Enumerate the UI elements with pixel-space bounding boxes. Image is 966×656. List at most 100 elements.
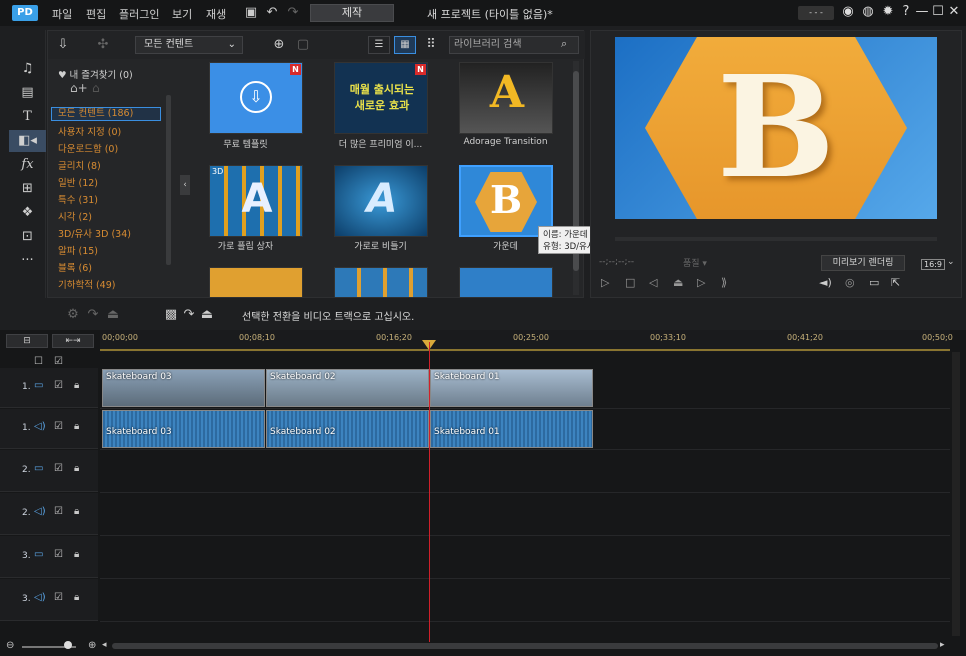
chevron-down-icon[interactable]: ⌄ [947,257,955,267]
transition-room-icon[interactable]: ◧◂ [9,130,46,152]
user-icon[interactable]: ◉ [840,4,856,19]
grid-view-button[interactable]: ▦ [394,36,416,54]
more-options-icon[interactable]: ⠿ [422,36,440,54]
aspect-ratio-button[interactable]: 16:9 [921,259,945,270]
menu-file[interactable]: 파일 [52,6,72,22]
audio-clip[interactable]: Skateboard 03 [102,410,265,448]
account-area[interactable]: - - - [798,6,834,20]
audio-clip[interactable]: Skateboard 02 [266,410,429,448]
category-glitch[interactable]: 글리치 (8) [58,158,101,172]
remove-tag-icon[interactable]: ⌂ [92,81,100,95]
category-general[interactable]: 일반 (12) [58,175,98,189]
fx-template-icon[interactable]: ▤ [9,82,46,104]
quality-dropdown[interactable]: 품질 ▾ [683,256,739,270]
more-icon[interactable]: ··· [9,250,46,272]
transition-thumb-row3-3[interactable] [459,267,553,297]
enable-all-checkbox[interactable]: ☑ [54,356,63,367]
category-visual[interactable]: 시각 (2) [58,209,92,223]
menu-view[interactable]: 보기 [172,6,192,22]
track-enable-checkbox[interactable]: ☑ [54,506,63,517]
audio-track-3[interactable] [100,579,950,622]
pip-room-icon[interactable]: ⊞ [9,178,46,200]
track-enable-checkbox[interactable]: ☑ [54,549,63,560]
minimize-icon[interactable]: — [914,4,930,19]
transition-thumb-twist[interactable]: A [334,165,428,237]
menu-edit[interactable]: 편집 [86,6,106,22]
vertical-scrollbar[interactable] [952,352,960,636]
add-tag-icon[interactable]: ⌂+ [70,81,88,95]
plugin-icon[interactable]: ✣ [94,36,112,54]
timeline-ruler[interactable]: 00;00;00 00;08;10 00;16;20 00;25;00 00;3… [100,330,953,352]
particle-room-icon[interactable]: ❖ [9,202,46,224]
fit-timeline-button[interactable]: ⇤⇥ [52,334,94,348]
help-icon[interactable]: ? [898,4,914,19]
lock-icon[interactable]: 🔒︎ [74,380,79,391]
gear-icon[interactable]: ✹ [880,4,896,19]
media-room-icon[interactable]: ♫ [9,58,46,80]
fix-enhance-icon[interactable]: ↷ [84,306,102,324]
title-room-icon[interactable]: T [9,106,46,128]
transition-behavior-icon[interactable]: ↷ [180,306,198,324]
lock-icon[interactable]: 🔒︎ [74,421,79,432]
import-icon[interactable]: ⇩ [54,36,72,54]
lock-icon[interactable]: 🔒︎ [74,463,79,474]
category-geometric[interactable]: 기하학적 (49) [58,277,115,291]
playhead-line[interactable] [429,342,430,642]
content-filter-dropdown[interactable]: 모든 컨텐트 ⌄ [135,36,243,54]
zoom-slider-handle[interactable] [64,641,72,649]
transition-thumb-flip-box[interactable]: 3D A [209,165,303,237]
close-icon[interactable]: ✕ [946,4,962,19]
play-icon[interactable]: ▷ [601,276,609,289]
redo-icon[interactable]: ↷ [284,4,302,22]
menu-plugins[interactable]: 플러그인 [119,6,159,22]
transition-thumb-premium[interactable]: 매월 출시되는 새로운 효과 N [334,62,428,134]
lock-icon[interactable]: 🔒︎ [74,506,79,517]
prev-frame-icon[interactable]: ◁ [649,276,657,289]
category-alpha[interactable]: 알파 (15) [58,243,98,257]
category-3d[interactable]: 3D/유사 3D (34) [58,226,131,240]
audio-clip[interactable]: Skateboard 01 [430,410,593,448]
next-frame-icon[interactable]: ▷ [697,276,705,289]
video-clip[interactable]: Skateboard 02 [266,369,429,407]
track-manager-button[interactable]: ⊟ [6,334,48,348]
track-enable-checkbox[interactable]: ☑ [54,463,63,474]
subtitle-room-icon[interactable]: ⊡ [9,226,46,248]
video-clip[interactable]: Skateboard 03 [102,369,265,407]
horizontal-scrollbar[interactable] [112,643,938,649]
menu-playback[interactable]: 재생 [206,6,226,22]
lock-icon[interactable]: 🔒︎ [74,592,79,603]
render-preview-button[interactable]: 미리보기 렌더링 [821,255,905,271]
favorites-header[interactable]: ♥ 내 즐겨찾기 (0) [58,67,133,81]
produce-button[interactable]: 제작 [310,4,394,22]
split-icon[interactable]: ⏏ [673,276,683,289]
tools-icon[interactable]: ⚙ [64,306,82,324]
category-downloaded[interactable]: 다운로드함 (0) [58,141,118,155]
transition-thumb-free-templates[interactable]: ⇩ N [209,62,303,134]
search-icon[interactable]: ⌕ [561,37,567,51]
fast-forward-icon[interactable]: ⟫ [721,276,727,289]
transition-thumb-row3-1[interactable] [209,267,303,297]
audio-track-1[interactable]: Skateboard 03 Skateboard 02 Skateboard 0… [100,409,950,450]
duration-icon[interactable]: ⏏ [198,306,216,324]
category-scrollbar[interactable] [166,95,171,265]
library-search-input[interactable]: 라이브러리 검색 [449,36,579,54]
volume-icon[interactable]: ◄) [819,276,832,289]
add-to-timeline-icon[interactable]: ⊕ [270,36,288,54]
scroll-left-icon[interactable]: ◂ [102,640,107,650]
save-icon[interactable]: ▣ [242,4,260,22]
keyframe-icon[interactable]: ⏏ [104,306,122,324]
zoom-in-icon[interactable]: ⊕ [88,640,96,651]
undock-icon[interactable]: ⇱ [891,276,900,289]
video-track-3[interactable] [100,536,950,579]
category-block[interactable]: 블록 (6) [58,260,92,274]
preview-scrubber[interactable] [615,237,937,241]
lock-icon[interactable]: 🔒︎ [74,549,79,560]
stop-icon[interactable]: □ [625,276,635,289]
effects-room-icon[interactable]: fx [9,154,46,176]
zoom-out-icon[interactable]: ⊖ [6,640,14,651]
audio-track-2[interactable] [100,493,950,536]
designer-icon[interactable]: ▩ [162,306,180,324]
category-custom[interactable]: 사용자 지정 (0) [58,124,121,138]
video-track-1[interactable]: Skateboard 03 Skateboard 02 Skateboard 0… [100,368,950,409]
transition-thumb-row3-2[interactable] [334,267,428,297]
